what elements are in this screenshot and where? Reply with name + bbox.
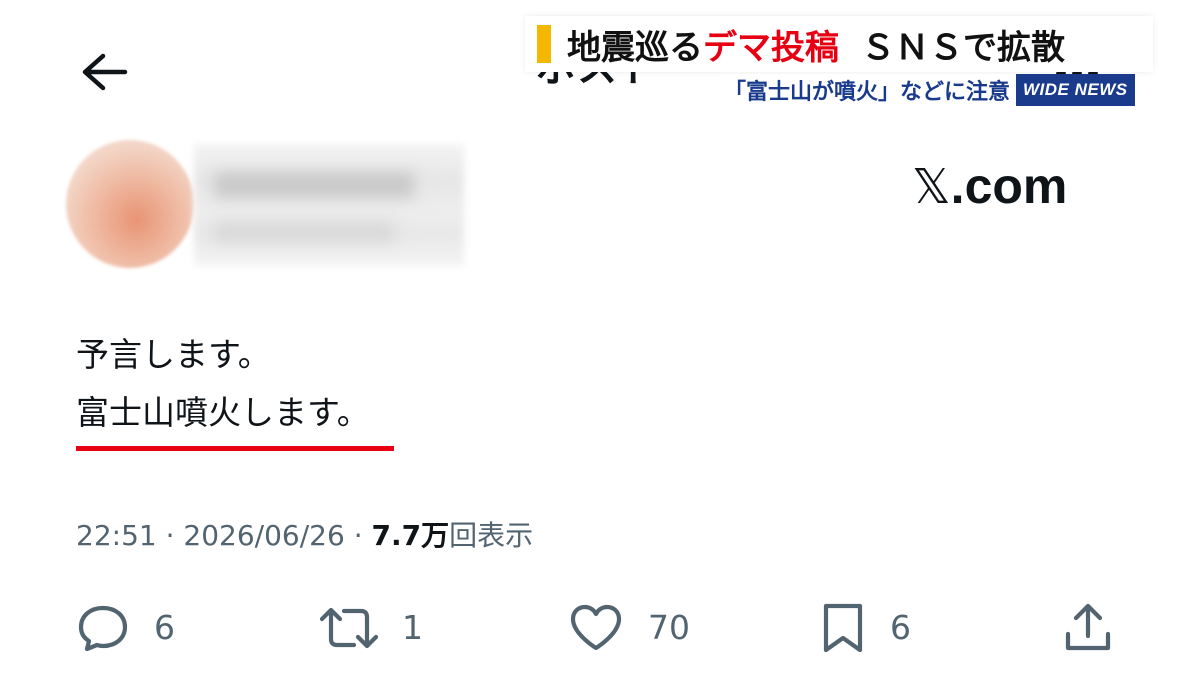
views-label: 回表示 [449, 519, 534, 552]
share-button[interactable] [1062, 600, 1114, 656]
repost-icon [318, 603, 380, 653]
bookmark-count: 6 [890, 608, 911, 647]
post-date[interactable]: 2026/06/26 [183, 519, 344, 552]
broadcaster-logo: WIDE NEWS [1016, 74, 1135, 106]
highlight-underline [76, 446, 394, 451]
news-subcaption: 「富士山が噴火」などに注意 WIDE NEWS [720, 74, 1135, 106]
heart-icon [568, 603, 624, 653]
back-button[interactable] [76, 50, 132, 98]
caption-headline: 地震巡るデマ投稿 ＳＮＳで拡散 [567, 20, 1065, 69]
share-icon [1062, 602, 1114, 654]
news-caption: 地震巡るデマ投稿 ＳＮＳで拡散 [525, 16, 1153, 72]
like-count: 70 [648, 608, 690, 647]
bookmark-button[interactable]: 6 [818, 600, 911, 656]
post-line-1: 予言します。 [76, 335, 271, 374]
site-watermark: 𝕏.com [912, 156, 1067, 217]
post-time[interactable]: 22:51 [76, 519, 157, 552]
post-body: 予言します。 富士山噴火します。 [76, 326, 370, 442]
x-logo-icon: 𝕏 [912, 159, 951, 215]
site-watermark-label: .com [950, 158, 1068, 214]
action-bar: 6 1 70 6 [0, 600, 1200, 656]
views-count[interactable]: 7.7万 [372, 519, 450, 552]
meta-separator: · [344, 519, 372, 552]
avatar[interactable] [66, 140, 194, 268]
caption-headline-part-1: 地震巡る [567, 27, 703, 68]
post-line-2: 富士山噴火します。 [76, 393, 370, 432]
bookmark-icon [818, 602, 868, 654]
caption-headline-part-2: ＳＮＳで拡散 [861, 27, 1065, 68]
repost-count: 1 [402, 608, 423, 647]
back-arrow-icon [79, 52, 129, 96]
caption-subline: 「富士山が噴火」などに注意 [724, 80, 1011, 105]
post-page: ポスト 地震巡るデマ投稿ＳＮＳで拡散 「富士山が噴火」などに注意 WIDE NE… [0, 0, 1200, 675]
reply-count: 6 [154, 608, 175, 647]
meta-separator: · [156, 519, 184, 552]
post-meta: 22:51 · 2026/06/26 · 7.7万回表示 [76, 516, 533, 556]
caption-marker [537, 25, 551, 63]
like-button[interactable]: 70 [568, 600, 690, 656]
reply-button[interactable]: 6 [76, 600, 175, 656]
reply-icon [76, 603, 130, 653]
repost-button[interactable]: 1 [318, 600, 423, 656]
author-name-blurred[interactable] [194, 144, 464, 266]
caption-headline-highlight: デマ投稿 [703, 27, 839, 68]
